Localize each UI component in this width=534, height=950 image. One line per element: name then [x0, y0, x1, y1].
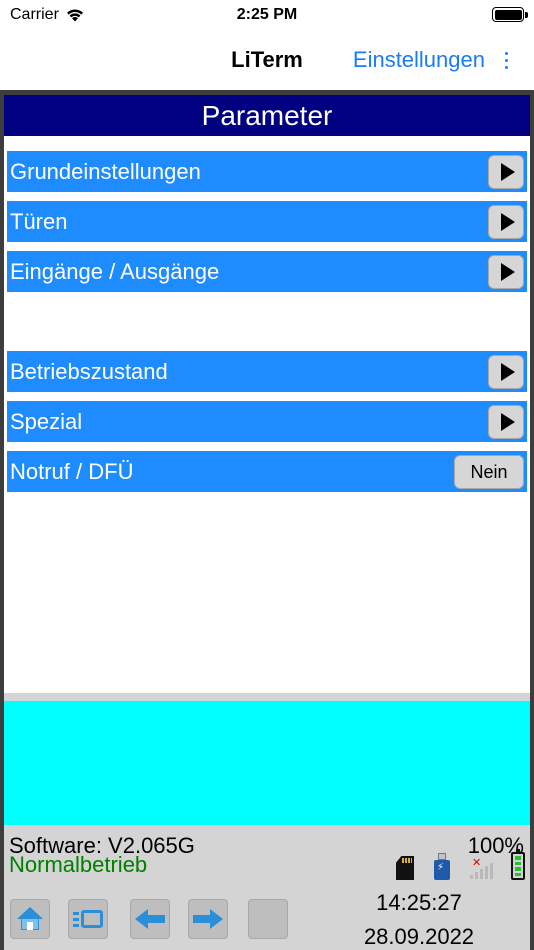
menu-item-label: Eingänge / Ausgänge [10, 258, 220, 284]
more-options-icon[interactable] [496, 42, 516, 78]
device-battery-icon [511, 849, 525, 880]
home-icon [17, 907, 43, 931]
play-arrow-icon [500, 212, 515, 231]
menu-item-notruf-dfue[interactable]: Notruf / DFÜ Nein [7, 451, 527, 492]
menu-item-tueren[interactable]: Türen [7, 201, 527, 242]
menu-item-label: Spezial [10, 408, 83, 434]
back-button[interactable] [130, 899, 170, 939]
bottom-toolbar: 14:25:27 28.09.2022 [4, 887, 530, 950]
page-title: Parameter [4, 95, 530, 136]
status-clock: 2:25 PM [236, 6, 298, 23]
open-button[interactable] [488, 354, 524, 389]
forward-button[interactable] [188, 899, 228, 939]
open-button[interactable] [488, 204, 524, 239]
battery-icon [492, 7, 528, 22]
list-icon [73, 908, 103, 930]
menu-item-grundeinstellungen[interactable]: Grundeinstellungen [7, 151, 527, 192]
arrow-right-icon [193, 909, 223, 929]
open-button[interactable] [488, 154, 524, 189]
blank-button[interactable] [248, 899, 288, 939]
open-button[interactable] [488, 404, 524, 439]
menu-list-button[interactable] [68, 899, 108, 939]
no-signal-icon: ✕ [470, 857, 494, 879]
arrow-left-icon [135, 909, 165, 929]
ios-status-bar: Carrier 2:25 PM [0, 0, 534, 30]
device-date: 28.09.2022 [363, 924, 475, 949]
open-button[interactable] [488, 254, 524, 289]
app-screen: Parameter Grundeinstellungen Türen Eingä… [4, 95, 530, 950]
notruf-value-button[interactable]: Nein [454, 454, 524, 489]
play-arrow-icon [500, 262, 515, 281]
message-panel [4, 701, 530, 825]
usb-icon [434, 853, 450, 880]
play-arrow-icon [500, 412, 515, 431]
menu-item-label: Notruf / DFÜ [10, 458, 134, 484]
menu-item-spezial[interactable]: Spezial [7, 401, 527, 442]
home-button[interactable] [10, 899, 50, 939]
app-frame: Parameter Grundeinstellungen Türen Eingä… [0, 90, 534, 950]
device-time: 14:25:27 [376, 890, 462, 915]
menu-item-label: Grundeinstellungen [10, 158, 201, 184]
menu-item-label: Betriebszustand [10, 358, 168, 384]
menu-item-label: Türen [10, 208, 68, 234]
divider [4, 693, 530, 701]
navigation-bar: LiTerm Einstellungen [0, 30, 534, 90]
sd-card-icon [396, 856, 414, 880]
settings-button[interactable]: Einstellungen [353, 47, 485, 73]
menu-item-betriebszustand[interactable]: Betriebszustand [7, 351, 527, 392]
play-arrow-icon [500, 162, 515, 181]
play-arrow-icon [500, 362, 515, 381]
menu-item-eingaenge-ausgaenge[interactable]: Eingänge / Ausgänge [7, 251, 527, 292]
info-bar: Software: V2.065G Normalbetrieb 100% ✕ [4, 825, 530, 887]
operating-mode: Normalbetrieb [9, 852, 148, 877]
